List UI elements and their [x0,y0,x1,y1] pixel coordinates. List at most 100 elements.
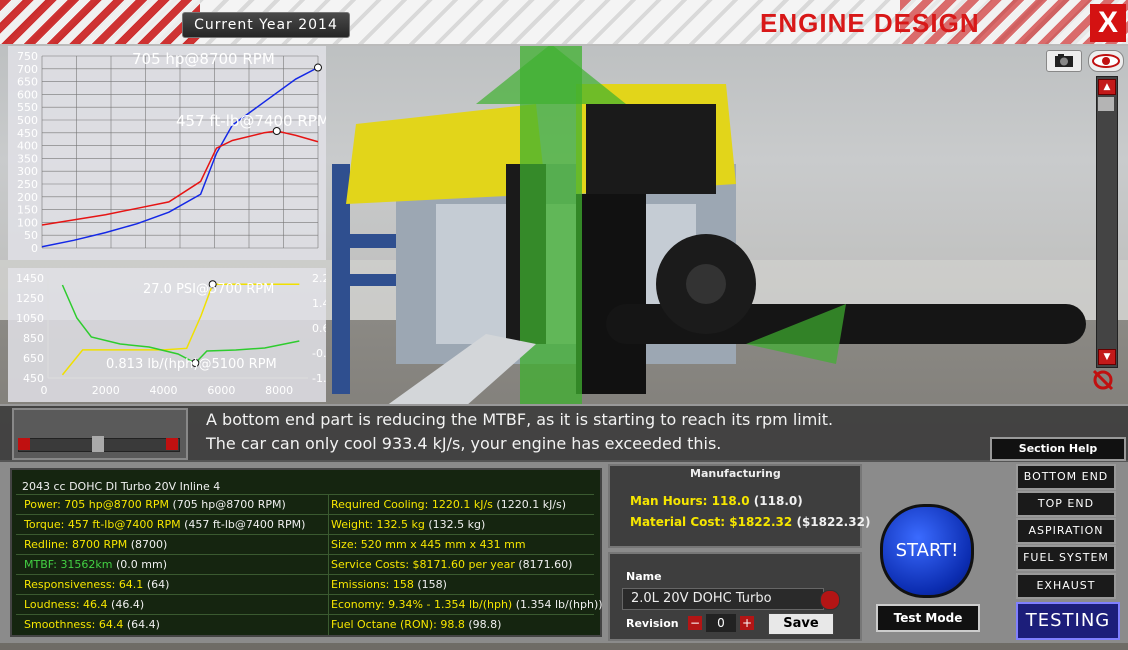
y-right-tick-label: 2.2 [312,272,326,285]
stat-label: Loudness: [24,598,80,611]
current-year: Current Year 2014 [182,12,350,38]
stat-value: 8700 RPM [71,538,128,551]
y-right-tick-label: -0.2 [312,347,326,360]
stat-value: 520 mm x 445 mm x 431 mm [360,538,526,551]
stat-base-value: (705 hp@8700 RPM) [172,498,286,511]
stat-value: 46.4 [83,598,108,611]
reset-view-icon[interactable] [1090,368,1116,392]
stat-base-value: (46.4) [111,598,145,611]
stat-base-value: (132.5 kg) [428,518,486,531]
y-tick-label: 500 [17,114,38,127]
y-right-tick-label: 0.6 [312,322,326,335]
arrow-up-icon[interactable]: ▲ [1098,79,1116,95]
stats-row: MTBF: 31562km (0.0 mm) Service Costs: $81… [16,554,594,575]
y-tick-label: 100 [17,216,38,229]
stats-row: Torque: 457 ft-lb@7400 RPM (457 ft-lb@74… [16,514,594,535]
y-left-tick-label: 1050 [16,312,44,325]
stat-label: Economy: [331,598,385,611]
power-torque-graph: 7507006506005505004504003503002502001501… [8,46,326,260]
testing-button[interactable]: TESTING [1016,602,1120,640]
warning-message: The car can only cool 933.4 kJ/s, your e… [206,434,722,453]
revision-value: 0 [706,614,736,632]
stat-base-value: (1220.1 kJ/s) [496,498,567,511]
stat-label: Required Cooling: [331,498,429,511]
section-bottom-end-button[interactable]: BOTTOM END [1016,464,1116,490]
stat-value: 132.5 kg [376,518,425,531]
material-cost: Material Cost: $1822.32 ($1822.32) [630,515,871,529]
engine-description: 2043 cc DOHC DI Turbo 20V Inline 4 [22,480,221,493]
slider-thumb[interactable] [92,436,104,452]
stat-value: 9.34% - 1.354 lb/(hph) [388,598,513,611]
engine-model[interactable] [326,44,1096,406]
stats-row: Loudness: 46.4 (46.4) Economy: 9.34% - 1.… [16,594,603,615]
manufacturing-title: Manufacturing [690,467,781,480]
x-tick-label: 4000 [150,384,178,397]
x-tick-label: 8000 [265,384,293,397]
y-tick-label: 700 [17,63,38,76]
revision-label: Revision [626,617,679,630]
stat-value: 705 hp@8700 RPM [64,498,169,511]
y-tick-label: 250 [17,178,38,191]
y-left-tick-label: 650 [23,352,44,365]
y-tick-label: 300 [17,165,38,178]
stat-value: 31562km [60,558,113,571]
arrow-right-icon[interactable] [166,438,178,450]
zoom-scrollbar[interactable]: ▲ ▼ [1096,76,1118,368]
start-button[interactable]: START! [880,504,974,598]
stat-value: 98.8 [440,618,465,631]
section-top-end-button[interactable]: TOP END [1016,491,1116,517]
y-tick-label: 750 [17,50,38,63]
stats-row: Power: 705 hp@8700 RPM (705 hp@8700 RPM)… [16,494,594,515]
header-stripes-left [0,0,200,44]
stat-base-value: (8700) [130,538,168,551]
y-left-tick-label: 850 [23,332,44,345]
stat-base-value: (158) [417,578,447,591]
stats-row: Responsiveness: 64.1 (64) Emissions: 158 … [16,574,594,595]
stat-value: $8171.60 per year [412,558,515,571]
stat-base-value: (0.0 mm) [116,558,168,571]
warning-message: A bottom end part is reducing the MTBF, … [206,410,834,429]
test-mode-button[interactable]: Test Mode [876,604,980,632]
y-tick-label: 600 [17,88,38,101]
y-tick-label: 350 [17,152,38,165]
stat-value: 158 [392,578,414,591]
engine-name-field[interactable]: 2.0L 20V DOHC Turbo [622,588,824,610]
reset-icon[interactable] [820,590,840,610]
stat-value: 64.1 [118,578,144,591]
stat-label: Power: [24,498,61,511]
y-right-tick-label: 1.4 [312,297,326,310]
y-tick-label: 650 [17,76,38,89]
stat-value: 64.4 [98,618,124,631]
graph-scroll-slider[interactable] [12,408,188,460]
economy-peak-label: 0.813 lb/(hph)@5100 RPM [106,357,277,372]
stat-label: Emissions: [331,578,390,591]
boost-peak-label: 27.0 PSI@5700 RPM [143,282,274,297]
arrow-left-icon[interactable] [18,438,30,450]
x-tick-label: 2000 [92,384,120,397]
close-button[interactable]: X [1090,4,1126,42]
arrow-down-icon[interactable]: ▼ [1098,349,1116,365]
section-help-button[interactable]: Section Help [990,437,1126,461]
y-tick-label: 150 [17,204,38,217]
stat-label: Responsiveness: [24,578,116,591]
section-aspiration-button[interactable]: ASPIRATION [1016,518,1116,544]
y-left-tick-label: 1450 [16,272,44,285]
torque-peak-label: 457 ft-lb@7400 RPM [176,112,326,130]
stat-label: Weight: [331,518,374,531]
y-tick-label: 450 [17,127,38,140]
stat-base-value: (64) [146,578,170,591]
y-tick-label: 400 [17,140,38,153]
y-left-tick-label: 1250 [16,292,44,305]
section-fuel-system-button[interactable]: FUEL SYSTEM [1016,545,1116,571]
boost-economy-graph: 1450125010508506504502.21.40.6-0.2-1.020… [8,268,326,402]
save-button[interactable]: Save [768,613,834,635]
stat-label: Redline: [24,538,69,551]
stat-value: 1220.1 kJ/s [431,498,493,511]
revision-decrement-button[interactable]: − [688,616,702,630]
y-tick-label: 0 [31,242,38,255]
section-exhaust-button[interactable]: EXHAUST [1016,573,1116,599]
eye-icon[interactable] [1088,50,1124,72]
revision-increment-button[interactable]: + [740,616,754,630]
scroll-thumb[interactable] [1098,97,1114,111]
camera-icon[interactable] [1046,50,1082,72]
